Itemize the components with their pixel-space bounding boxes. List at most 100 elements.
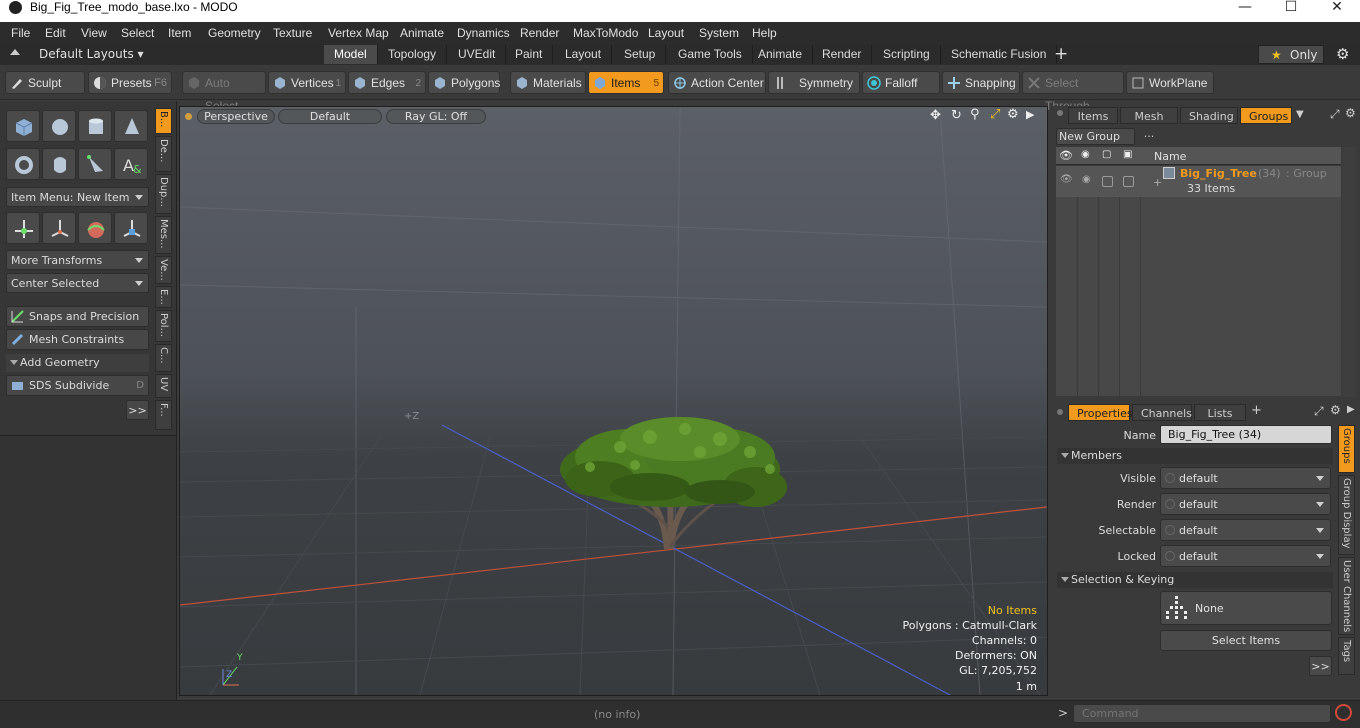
vtab-fusion[interactable]: F... bbox=[155, 400, 172, 430]
panel-options-icon[interactable] bbox=[1057, 110, 1063, 116]
expand-panel-icon[interactable]: ⤢ bbox=[1314, 404, 1324, 419]
selection-keying-section[interactable]: Selection & Keying bbox=[1057, 572, 1333, 588]
tab-topology[interactable]: Topology bbox=[378, 45, 448, 64]
tab-render[interactable]: Render bbox=[812, 45, 873, 64]
presets-button[interactable]: Presets F6 bbox=[88, 71, 172, 94]
menu-help[interactable]: Help bbox=[752, 26, 777, 40]
fit-icon[interactable]: ⤢ bbox=[990, 107, 1000, 122]
tab-lists[interactable]: Lists bbox=[1194, 404, 1246, 421]
collapse-up-icon[interactable] bbox=[10, 49, 20, 55]
vtab-edge[interactable]: E... bbox=[155, 286, 172, 308]
capsule-tool[interactable] bbox=[42, 148, 76, 180]
symmetry-button[interactable]: Symmetry bbox=[768, 71, 860, 94]
menu-edit[interactable]: Edit bbox=[45, 26, 66, 40]
transform-tool[interactable] bbox=[42, 212, 76, 244]
command-input[interactable] bbox=[1073, 704, 1331, 723]
tab-paint[interactable]: Paint bbox=[505, 45, 554, 64]
group-row[interactable]: 👁 ◉ + Big_Fig_Tree (34) : Group 33 Items bbox=[1056, 166, 1341, 197]
viewport-settings-icon[interactable]: ⚙ bbox=[1007, 107, 1019, 122]
maximize-icon[interactable]: ☐ bbox=[1268, 0, 1314, 16]
vtab-vertex[interactable]: Ve... bbox=[155, 256, 172, 284]
cone-tool[interactable] bbox=[114, 110, 148, 142]
tab-model[interactable]: Model bbox=[324, 45, 378, 64]
minimize-icon[interactable]: — bbox=[1222, 0, 1268, 16]
more-tools-button[interactable]: >> bbox=[126, 400, 149, 420]
shading-default-button[interactable]: Default bbox=[278, 109, 382, 124]
falloff-button[interactable]: Falloff bbox=[862, 71, 940, 94]
auto-select-button[interactable]: Auto Select bbox=[182, 71, 266, 113]
visible-dropdown[interactable]: default bbox=[1160, 467, 1331, 489]
settings-gear-icon[interactable]: ⚙ bbox=[1336, 45, 1349, 63]
center-selected-dropdown[interactable]: Center Selected bbox=[6, 273, 149, 293]
menu-geometry[interactable]: Geometry bbox=[208, 26, 261, 40]
menu-vertex-map[interactable]: Vertex Map bbox=[328, 26, 389, 40]
action-center-button[interactable]: Action Center bbox=[668, 71, 766, 94]
vtab-group-display[interactable]: Group Display bbox=[1338, 475, 1355, 555]
tab-setup[interactable]: Setup bbox=[614, 45, 667, 64]
tab-schematic-fusion[interactable]: Schematic Fusion bbox=[941, 45, 1058, 64]
menu-file[interactable]: File bbox=[11, 26, 30, 40]
render-column-icon[interactable]: ◉ bbox=[1081, 149, 1090, 160]
vtab-uv[interactable]: UV bbox=[155, 374, 172, 398]
tab-scripting[interactable]: Scripting bbox=[873, 45, 941, 64]
record-icon[interactable] bbox=[1335, 704, 1352, 721]
menu-render[interactable]: Render bbox=[520, 26, 559, 40]
vtab-deform[interactable]: De... bbox=[155, 136, 172, 172]
select-through-button[interactable]: Select Through bbox=[1022, 71, 1124, 113]
name-column-header[interactable]: Name bbox=[1154, 150, 1186, 163]
cube-tool[interactable] bbox=[6, 110, 40, 142]
move-tool[interactable] bbox=[6, 212, 40, 244]
rotate-tool[interactable] bbox=[78, 212, 112, 244]
properties-settings-icon[interactable]: ⚙ bbox=[1330, 403, 1341, 417]
panel-expand-arrow-icon[interactable]: ▶ bbox=[1347, 404, 1355, 415]
render-dropdown[interactable]: default bbox=[1160, 493, 1331, 515]
only-toggle[interactable]: ★ Only bbox=[1258, 45, 1324, 64]
tab-items[interactable]: Items bbox=[1068, 107, 1118, 124]
menu-layout[interactable]: Layout bbox=[648, 26, 684, 40]
sculpt-button[interactable]: Sculpt bbox=[5, 71, 85, 94]
tab-channels[interactable]: Channels bbox=[1132, 404, 1192, 421]
tab-game-tools[interactable]: Game Tools bbox=[668, 45, 753, 64]
pen-tool[interactable] bbox=[78, 148, 112, 180]
tab-shading[interactable]: Shading bbox=[1180, 107, 1238, 124]
vtab-curve[interactable]: C... bbox=[155, 344, 172, 372]
menu-system[interactable]: System bbox=[699, 26, 739, 40]
more-transforms-dropdown[interactable]: More Transforms bbox=[6, 250, 149, 270]
render-toggle-icon[interactable]: ◉ bbox=[1082, 174, 1091, 185]
scale-tool[interactable] bbox=[114, 212, 148, 244]
menu-view[interactable]: View bbox=[81, 26, 107, 40]
panel-options-icon[interactable] bbox=[1057, 409, 1063, 415]
visibility-column-icon[interactable]: 👁 bbox=[1059, 149, 1073, 162]
torus-tool[interactable] bbox=[6, 148, 40, 180]
viewport-options-icon[interactable] bbox=[185, 113, 192, 120]
polygons-button[interactable]: Polygons bbox=[428, 71, 500, 94]
mesh-constraints-button[interactable]: Mesh Constraints bbox=[6, 329, 149, 350]
selectable-dropdown[interactable]: default bbox=[1160, 519, 1331, 541]
default-layouts-dropdown[interactable]: Default Layouts ▾ bbox=[39, 47, 144, 61]
zoom-icon[interactable]: ⚲ bbox=[970, 107, 980, 122]
properties-more-button[interactable]: >> bbox=[1309, 656, 1332, 676]
lock-checkbox[interactable] bbox=[1102, 176, 1113, 187]
tab-groups[interactable]: Groups bbox=[1240, 107, 1292, 124]
sphere-tool[interactable] bbox=[42, 110, 76, 142]
select-items-button[interactable]: Select Items bbox=[1160, 630, 1332, 651]
close-icon[interactable]: ✕ bbox=[1314, 0, 1360, 16]
materials-button[interactable]: Materials bbox=[510, 71, 586, 94]
cylinder-tool[interactable] bbox=[78, 110, 112, 142]
locked-dropdown[interactable]: default bbox=[1160, 545, 1331, 567]
menu-select[interactable]: Select bbox=[121, 26, 154, 40]
vtab-basic[interactable]: B... bbox=[155, 108, 172, 134]
select-checkbox[interactable] bbox=[1123, 176, 1134, 187]
tab-uvedit[interactable]: UVEdit bbox=[448, 45, 507, 64]
tab-mesh[interactable]: Mesh ... bbox=[1120, 107, 1178, 140]
vtab-polygon[interactable]: Pol... bbox=[155, 310, 172, 342]
vtab-duplicate[interactable]: Dup... bbox=[155, 174, 172, 214]
perspective-button[interactable]: Perspective bbox=[197, 109, 275, 124]
vtab-mesh[interactable]: Mes... bbox=[155, 216, 172, 254]
workplane-button[interactable]: WorkPlane bbox=[1126, 71, 1214, 94]
edges-button[interactable]: Edges 2 bbox=[348, 71, 426, 94]
lock-column-icon[interactable]: ▢ bbox=[1102, 149, 1111, 160]
visibility-eye-icon[interactable]: 👁 bbox=[1060, 174, 1073, 185]
members-section[interactable]: Members bbox=[1057, 448, 1333, 464]
add-tab-icon[interactable]: + bbox=[1054, 44, 1068, 64]
